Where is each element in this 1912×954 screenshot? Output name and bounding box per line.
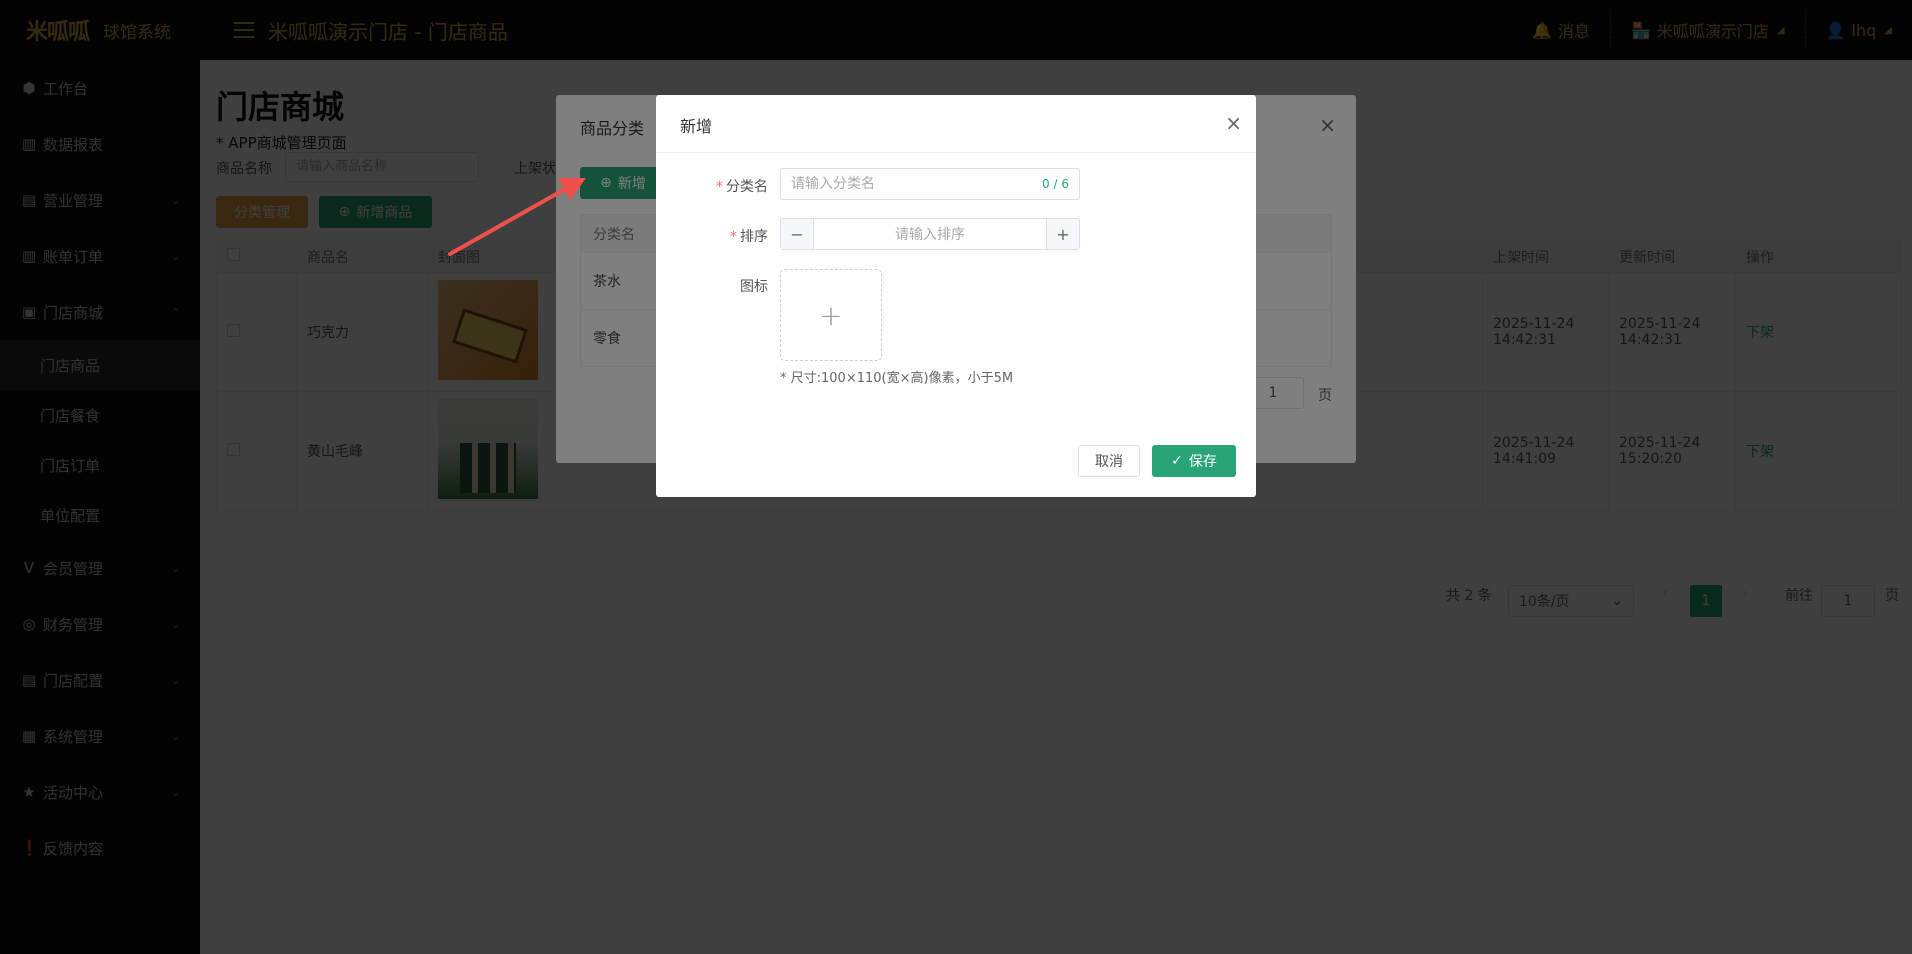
name-label: 分类名 <box>726 179 768 195</box>
close-icon[interactable]: × <box>1225 111 1242 135</box>
order-stepper: − 请输入排序 + <box>780 218 1080 250</box>
annotation-arrow <box>448 178 586 256</box>
check-icon: ✓ <box>1171 453 1183 469</box>
dialog-header: 新增 × <box>656 95 1256 153</box>
minus-icon[interactable]: − <box>781 219 814 249</box>
category-name-input[interactable]: 请输入分类名 0 / 6 <box>780 168 1080 200</box>
plus-icon: + <box>819 298 843 332</box>
name-placeholder: 请输入分类名 <box>791 176 875 192</box>
upload-hint: * 尺寸:100×110(宽×高)像素，小于5M <box>780 371 1014 386</box>
required-mark: * <box>730 229 737 245</box>
save-button[interactable]: ✓ 保存 <box>1152 445 1236 477</box>
order-label-row: * 排序 <box>698 226 768 246</box>
char-count: 0 / 6 <box>1042 177 1069 191</box>
name-label-row: * 分类名 <box>698 176 768 196</box>
icon-label: 图标 <box>740 279 768 295</box>
save-label: 保存 <box>1188 454 1217 470</box>
required-mark: * <box>716 179 723 195</box>
dialog-title: 新增 <box>680 117 713 136</box>
order-input[interactable]: 请输入排序 <box>814 219 1046 249</box>
order-label: 排序 <box>740 229 768 245</box>
cancel-button[interactable]: 取消 <box>1078 445 1140 477</box>
add-category-dialog: 新增 × * 分类名 请输入分类名 0 / 6 * 排序 − 请输入排序 + 图标 +… <box>656 95 1256 497</box>
icon-upload[interactable]: + <box>780 269 882 361</box>
plus-icon[interactable]: + <box>1046 219 1079 249</box>
